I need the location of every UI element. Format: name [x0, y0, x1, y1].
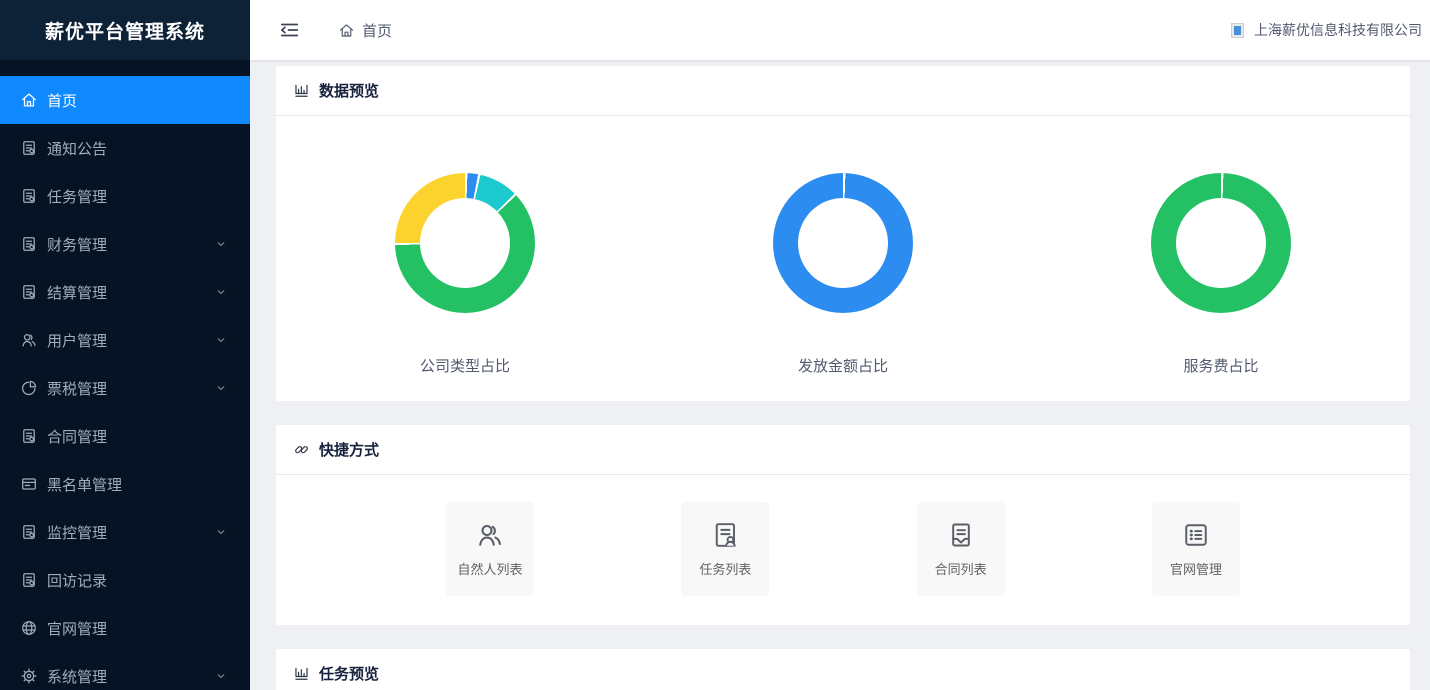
user-menu[interactable]: 上海薪优信息科技有限公司 [1231, 20, 1422, 40]
chart-service-fee: 服务费占比 [1032, 173, 1410, 376]
shortcut-label: 合同列表 [935, 559, 987, 578]
document-icon [20, 283, 38, 301]
donut-chart-payment-amount[interactable] [773, 173, 913, 313]
chart-title: 发放金额占比 [654, 355, 1032, 376]
sidebar-item-label: 官网管理 [47, 618, 107, 639]
sidebar: 薪优平台管理系统 首页 通知公告 任务管理 财务管理 结算管理 用户管理 [0, 0, 250, 690]
sidebar-item-home[interactable]: 首页 [0, 76, 250, 124]
sidebar-item-monitoring[interactable]: 监控管理 [0, 508, 250, 556]
shortcut-natural-person-list[interactable]: 自然人列表 [446, 502, 534, 596]
document-icon [20, 571, 38, 589]
main-area: 首页 上海薪优信息科技有限公司 数据预览 公司类型占比 发放金额占比 [250, 0, 1430, 690]
shortcut-list: 自然人列表 任务列表 合同列表 官网管理 [276, 475, 1410, 625]
card-icon [20, 475, 38, 493]
sidebar-item-label: 任务管理 [47, 186, 107, 207]
sidebar-item-visit-records[interactable]: 回访记录 [0, 556, 250, 604]
sidebar-item-blacklist[interactable]: 黑名单管理 [0, 460, 250, 508]
chart-payment-amount: 发放金额占比 [654, 173, 1032, 376]
sidebar-item-tax[interactable]: 票税管理 [0, 364, 250, 412]
sidebar-menu: 首页 通知公告 任务管理 财务管理 结算管理 用户管理 票税管理 [0, 60, 250, 690]
donut-chart-service-fee[interactable] [1151, 173, 1291, 313]
panel-header: 数据预览 [276, 66, 1410, 116]
company-name: 上海薪优信息科技有限公司 [1254, 20, 1422, 40]
chart-company-type: 公司类型占比 [276, 173, 654, 376]
sidebar-item-finance[interactable]: 财务管理 [0, 220, 250, 268]
panel-shortcuts: 快捷方式 自然人列表 任务列表 合同列表 官网管理 [276, 425, 1410, 625]
panel-title: 数据预览 [319, 80, 379, 101]
document-icon [20, 427, 38, 445]
sidebar-collapse-icon[interactable] [278, 19, 300, 41]
document-icon [20, 187, 38, 205]
chevron-down-icon [214, 237, 228, 251]
link-icon [293, 441, 310, 458]
panel-title: 任务预览 [319, 663, 379, 684]
company-avatar [1231, 23, 1244, 38]
task-list-icon [710, 520, 740, 550]
sidebar-item-label: 首页 [47, 90, 77, 111]
sidebar-item-label: 财务管理 [47, 234, 107, 255]
bar-chart-icon [293, 82, 310, 99]
contract-icon [946, 520, 976, 550]
pie-chart-icon [20, 379, 38, 397]
shortcut-contract-list[interactable]: 合同列表 [917, 502, 1005, 596]
sidebar-item-label: 票税管理 [47, 378, 107, 399]
sidebar-item-system[interactable]: 系统管理 [0, 652, 250, 690]
sidebar-item-contracts[interactable]: 合同管理 [0, 412, 250, 460]
document-icon [20, 235, 38, 253]
sidebar-item-tasks[interactable]: 任务管理 [0, 172, 250, 220]
breadcrumb-home-label: 首页 [362, 20, 392, 41]
panel-data-preview: 数据预览 公司类型占比 发放金额占比 服务费占比 [276, 66, 1410, 401]
charts-body: 公司类型占比 发放金额占比 服务费占比 [276, 116, 1410, 401]
gear-icon [20, 667, 38, 685]
sidebar-item-label: 合同管理 [47, 426, 107, 447]
breadcrumb[interactable]: 首页 [338, 20, 392, 41]
sidebar-item-notices[interactable]: 通知公告 [0, 124, 250, 172]
page-content: 数据预览 公司类型占比 发放金额占比 服务费占比 [250, 60, 1430, 690]
home-icon [20, 91, 38, 109]
users-icon [20, 331, 38, 349]
bar-chart-icon [293, 665, 310, 682]
chart-title: 服务费占比 [1032, 355, 1410, 376]
sidebar-item-label: 通知公告 [47, 138, 107, 159]
shortcut-label: 自然人列表 [457, 559, 522, 578]
sidebar-item-users[interactable]: 用户管理 [0, 316, 250, 364]
chevron-down-icon [214, 669, 228, 683]
panel-header: 快捷方式 [276, 425, 1410, 475]
shortcut-task-list[interactable]: 任务列表 [681, 502, 769, 596]
chart-title: 公司类型占比 [276, 355, 654, 376]
top-navbar: 首页 上海薪优信息科技有限公司 [250, 0, 1430, 60]
sidebar-item-label: 黑名单管理 [47, 474, 122, 495]
document-icon [20, 523, 38, 541]
app-logo-title: 薪优平台管理系统 [0, 0, 250, 60]
sidebar-item-label: 回访记录 [47, 570, 107, 591]
sidebar-item-settlement[interactable]: 结算管理 [0, 268, 250, 316]
sidebar-item-label: 结算管理 [47, 282, 107, 303]
panel-task-preview: 任务预览 [276, 649, 1410, 690]
sidebar-item-label: 用户管理 [47, 330, 107, 351]
shortcut-website-management[interactable]: 官网管理 [1152, 502, 1240, 596]
sidebar-item-label: 系统管理 [47, 666, 107, 687]
globe-icon [20, 619, 38, 637]
panel-title: 快捷方式 [319, 439, 379, 460]
shortcut-label: 官网管理 [1170, 559, 1222, 578]
chevron-down-icon [214, 525, 228, 539]
shortcut-label: 任务列表 [699, 559, 751, 578]
panel-header: 任务预览 [276, 649, 1410, 690]
chevron-down-icon [214, 333, 228, 347]
chevron-down-icon [214, 381, 228, 395]
sidebar-item-label: 监控管理 [47, 522, 107, 543]
sidebar-item-website[interactable]: 官网管理 [0, 604, 250, 652]
document-icon [20, 139, 38, 157]
chevron-down-icon [214, 285, 228, 299]
donut-chart-company-type[interactable] [395, 173, 535, 313]
home-icon [338, 22, 355, 39]
website-list-icon [1181, 520, 1211, 550]
people-icon [475, 520, 505, 550]
